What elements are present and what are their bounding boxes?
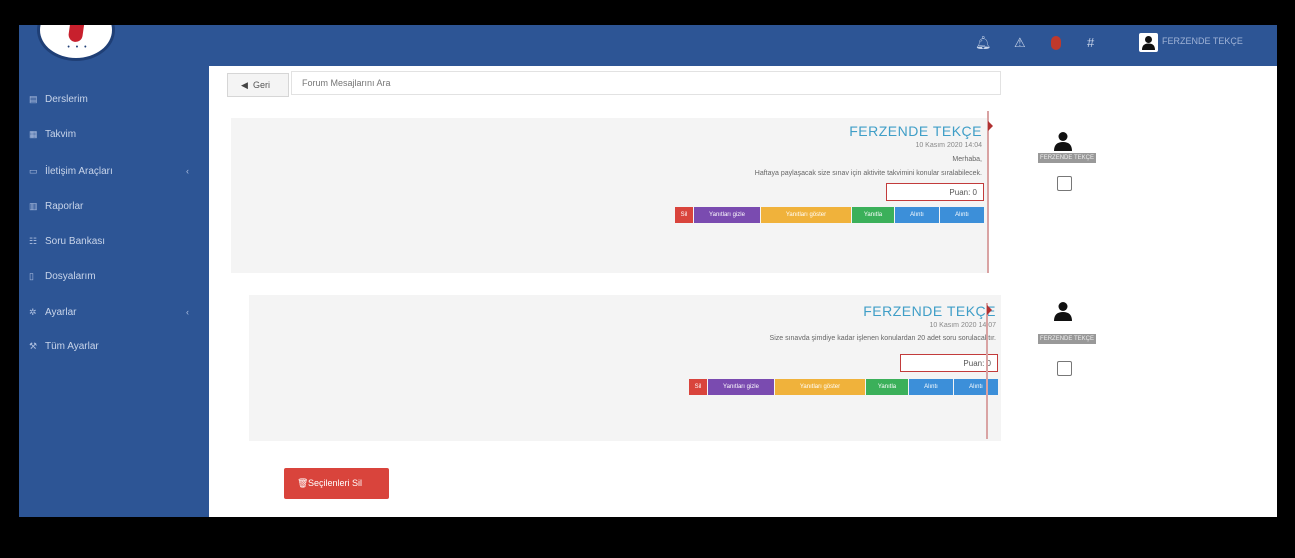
quote-button[interactable]: Alıntı (895, 207, 939, 223)
select-checkbox[interactable] (1057, 361, 1072, 376)
sidebar-item-iletisim-araclari[interactable]: ▭ İletişim Araçları ‹ (29, 161, 201, 183)
caret-right-icon (988, 121, 993, 131)
score-box[interactable]: Puan: 0 (900, 354, 998, 372)
file-icon: ▯ (29, 271, 34, 281)
sidebar: ▤ Derslerim ▦ Takvim ▭ İletişim Araçları… (19, 66, 209, 517)
quote-button[interactable]: Alıntı (954, 379, 998, 395)
user-icon (1054, 132, 1072, 151)
sidebar-item-label: Ayarlar (45, 307, 77, 318)
chevron-left-icon: ‹ (186, 307, 189, 317)
calendar-icon: ▦ (29, 129, 38, 139)
app-window: 🔔︎ ⚠ # FERZENDE TEKÇE ▤ Derslerim ▦ Takv… (19, 25, 1277, 517)
message-divider (986, 303, 988, 439)
message-actions: Sil Yanıtları gizle Yanıtları göster Yanıtl… (674, 207, 984, 223)
avatar-name-tag: FERZENDE TEKÇE (1038, 153, 1096, 163)
sidebar-item-derslerim[interactable]: ▤ Derslerim (29, 89, 201, 111)
wrench-icon: ⚒ (29, 341, 38, 351)
sidebar-item-label: Derslerim (45, 94, 88, 105)
trash-icon: 🗑︎ (297, 478, 309, 488)
book-icon: ▤ (29, 94, 38, 104)
message-actions: Sil Yanıtları gizle Yanıtları göster Yanıtl… (688, 379, 998, 395)
sidebar-item-takvim[interactable]: ▦ Takvim (29, 124, 201, 146)
sidebar-item-label: Dosyalarım (45, 271, 96, 282)
database-icon: ☷ (29, 236, 38, 246)
chart-icon: ▥ (29, 201, 38, 211)
sidebar-item-dosyalarim[interactable]: ▯ Dosyalarım (29, 266, 201, 288)
reply-button[interactable]: Yanıtla (852, 207, 894, 223)
user-icon (1142, 36, 1155, 50)
message-author[interactable]: FERZENDE TEKÇE (863, 303, 996, 319)
back-button[interactable]: ◀ Geri (227, 73, 289, 97)
forum-message: FERZENDE TEKÇE 10 Kasım 2020 14:07 Size … (249, 295, 1001, 441)
chevron-left-icon: ‹ (186, 166, 189, 176)
select-checkbox[interactable] (1057, 176, 1072, 191)
message-author[interactable]: FERZENDE TEKÇE (849, 123, 982, 139)
user-menu-name[interactable]: FERZENDE TEKÇE (1162, 36, 1243, 46)
top-navbar: 🔔︎ ⚠ # FERZENDE TEKÇE (19, 25, 1277, 66)
hide-replies-button[interactable]: Yanıtları gizle (708, 379, 774, 395)
delete-selected-button[interactable]: 🗑︎ Seçilenleri Sil (284, 468, 389, 499)
comment-icon: ▭ (29, 166, 38, 176)
hide-replies-button[interactable]: Yanıtları gizle (694, 207, 760, 223)
sidebar-item-raporlar[interactable]: ▥ Raporlar (29, 196, 201, 218)
cog-icon: ✲ (29, 307, 37, 317)
user-icon (1054, 302, 1072, 321)
sidebar-item-label: Raporlar (45, 201, 84, 212)
caret-right-icon (987, 305, 992, 315)
delete-button[interactable]: Sil (675, 207, 693, 223)
sidebar-item-soru-bankasi[interactable]: ☷ Soru Bankası (29, 231, 201, 253)
message-divider (987, 111, 989, 273)
message-body: Size sınavda şimdiye kadar işlenen konul… (769, 335, 996, 342)
show-replies-button[interactable]: Yanıtları göster (775, 379, 865, 395)
user-avatar[interactable] (1139, 33, 1158, 52)
sidebar-item-label: Takvim (45, 129, 77, 140)
sidebar-item-ayarlar[interactable]: ✲ Ayarlar ‹ (29, 302, 201, 324)
arrow-left-icon: ◀ (241, 80, 248, 90)
delete-button[interactable]: Sil (689, 379, 707, 395)
message-body: Haftaya paylaşacak size sınav için aktiv… (754, 170, 982, 177)
flag-icon[interactable] (1051, 36, 1067, 52)
hash-icon[interactable]: # (1087, 35, 1094, 50)
message-greeting: Merhaba, (952, 156, 982, 163)
reply-button[interactable]: Yanıtla (866, 379, 908, 395)
forum-message: FERZENDE TEKÇE 10 Kasım 2020 14:04 Merha… (231, 118, 987, 273)
sidebar-item-label: Soru Bankası (45, 236, 106, 247)
score-box[interactable]: Puan: 0 (886, 183, 984, 201)
quote-button[interactable]: Alıntı (940, 207, 984, 223)
quote-button[interactable]: Alıntı (909, 379, 953, 395)
sidebar-item-label: İletişim Araçları (45, 166, 113, 177)
warning-icon[interactable]: ⚠ (1014, 35, 1026, 51)
avatar-name-tag: FERZENDE TEKÇE (1038, 334, 1096, 344)
message-date: 10 Kasım 2020 14:04 (915, 142, 982, 149)
search-input[interactable] (291, 71, 1001, 95)
sidebar-item-tum-ayarlar[interactable]: ⚒ Tüm Ayarlar (29, 336, 201, 358)
sidebar-item-label: Tüm Ayarlar (45, 341, 99, 352)
show-replies-button[interactable]: Yanıtları göster (761, 207, 851, 223)
bell-icon[interactable]: 🔔︎ (975, 35, 992, 51)
